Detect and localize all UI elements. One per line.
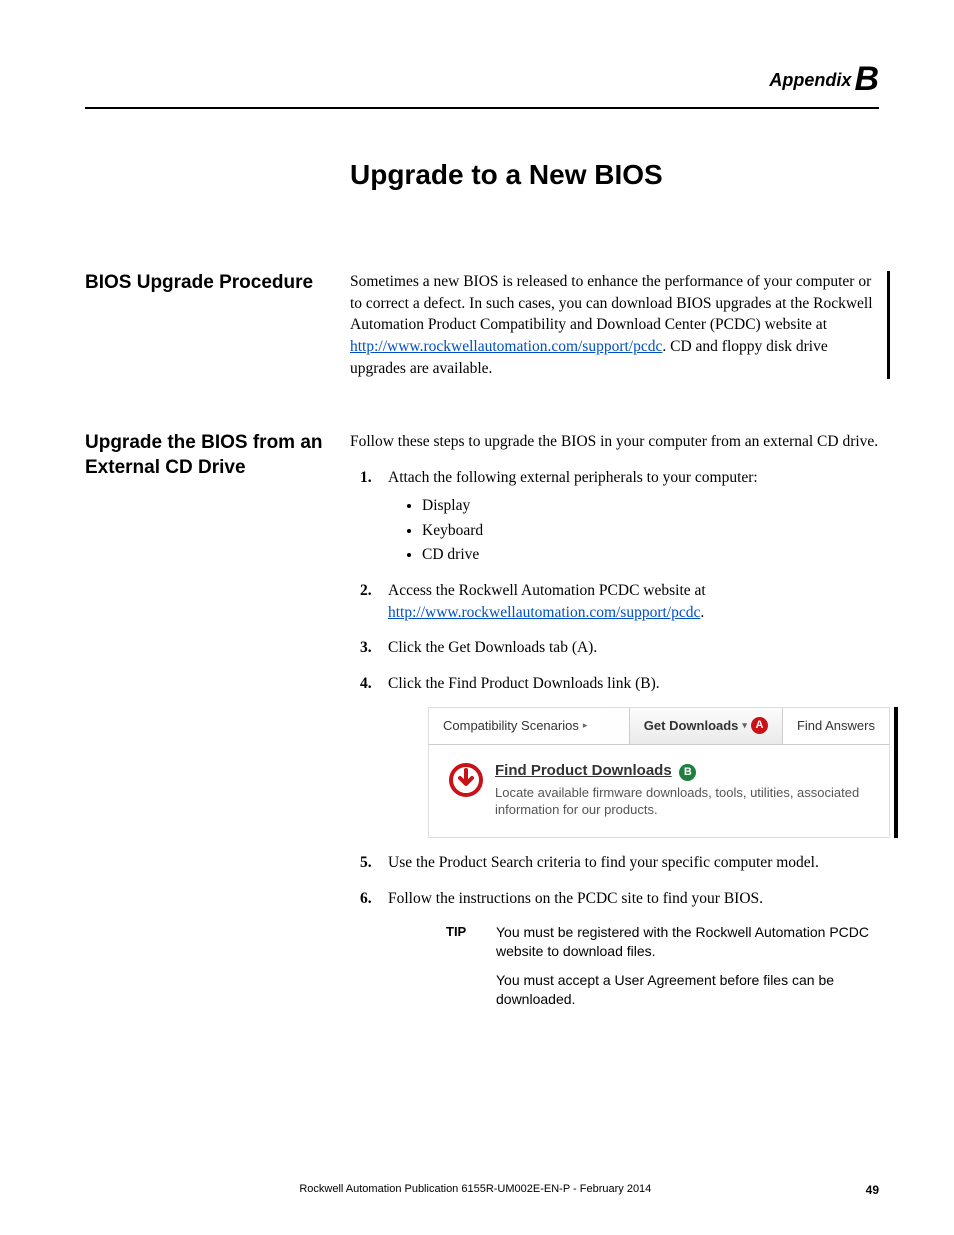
tab-label: Find Answers <box>797 717 875 735</box>
step-5: Use the Product Search criteria to find … <box>368 852 890 874</box>
appendix-word: Appendix <box>769 70 851 90</box>
pcdc-link-2[interactable]: http://www.rockwellautomation.com/suppor… <box>388 604 700 621</box>
section-upgrade-from-cd: Upgrade the BIOS from an External CD Dri… <box>85 431 879 1032</box>
peripheral-bullets: Display Keyboard CD drive <box>388 495 890 566</box>
section-body: Sometimes a new BIOS is released to enha… <box>350 271 879 391</box>
tab-find-answers[interactable]: Find Answers <box>783 708 889 744</box>
step-2: Access the Rockwell Automation PCDC webs… <box>368 580 890 623</box>
page-number: 49 <box>866 1183 879 1197</box>
page-title: Upgrade to a New BIOS <box>350 159 879 191</box>
step-6: Follow the instructions on the PCDC site… <box>368 888 890 1019</box>
step-1: Attach the following external peripheral… <box>368 467 890 566</box>
pcdc-link[interactable]: http://www.rockwellautomation.com/suppor… <box>350 338 662 355</box>
callout-marker-b: B <box>679 764 696 781</box>
change-bar: Compatibility Scenarios ▸ Get Downloads▾ … <box>388 707 898 838</box>
step-3: Click the Get Downloads tab (A). <box>368 637 890 659</box>
appendix-letter: B <box>854 60 879 98</box>
paragraph: Sometimes a new BIOS is released to enha… <box>350 271 890 379</box>
pcdc-screenshot: Compatibility Scenarios ▸ Get Downloads▾ … <box>428 707 890 838</box>
tip-block: TIP You must be registered with the Rock… <box>446 923 890 1019</box>
header-rule <box>85 107 879 109</box>
bullet-keyboard: Keyboard <box>422 520 890 542</box>
tip-body: You must be registered with the Rockwell… <box>496 923 890 1019</box>
bullet-display: Display <box>422 495 890 517</box>
download-icon <box>449 761 495 819</box>
text: Sometimes a new BIOS is released to enha… <box>350 273 873 333</box>
screenshot-text: Find Product Downloads B Locate availabl… <box>495 761 875 819</box>
tab-compatibility-scenarios[interactable]: Compatibility Scenarios ▸ <box>429 708 601 744</box>
publication-info: Rockwell Automation Publication 6155R-UM… <box>85 1183 866 1197</box>
tip-paragraph-2: You must accept a User Agreement before … <box>496 971 890 1009</box>
bullet-cd-drive: CD drive <box>422 544 890 566</box>
callout-marker-a: A <box>751 717 768 734</box>
step-4: Click the Find Product Downloads link (B… <box>368 673 890 838</box>
find-product-downloads-link[interactable]: Find Product Downloads <box>495 762 672 779</box>
page-footer: Rockwell Automation Publication 6155R-UM… <box>85 1183 879 1197</box>
tabs-row: Compatibility Scenarios ▸ Get Downloads▾ … <box>429 708 889 745</box>
chevron-right-icon: ▸ <box>583 719 588 732</box>
tip-label: TIP <box>446 923 496 1019</box>
step-text: Click the Find Product Downloads link (B… <box>388 675 660 692</box>
screenshot-subtext: Locate available firmware downloads, too… <box>495 784 875 819</box>
tab-label: Compatibility Scenarios <box>443 717 579 735</box>
step-text: . <box>700 604 704 621</box>
tip-paragraph-1: You must be registered with the Rockwell… <box>496 923 890 961</box>
chevron-down-icon: ▾ <box>742 719 747 732</box>
step-text: Follow the instructions on the PCDC site… <box>388 890 763 907</box>
section-heading: Upgrade the BIOS from an External CD Dri… <box>85 431 350 480</box>
tab-label: Get Downloads <box>644 717 739 735</box>
tab-get-downloads[interactable]: Get Downloads▾ A <box>629 708 783 744</box>
section-heading: BIOS Upgrade Procedure <box>85 271 350 296</box>
section-bios-upgrade-procedure: BIOS Upgrade Procedure Sometimes a new B… <box>85 271 879 391</box>
intro-paragraph: Follow these steps to upgrade the BIOS i… <box>350 431 890 453</box>
section-body: Follow these steps to upgrade the BIOS i… <box>350 431 890 1032</box>
running-header: AppendixB <box>85 60 879 107</box>
steps-list: Attach the following external peripheral… <box>350 467 890 1019</box>
step-text: Attach the following external peripheral… <box>388 469 758 486</box>
screenshot-body: Find Product Downloads B Locate availabl… <box>429 745 889 837</box>
step-text: Access the Rockwell Automation PCDC webs… <box>388 582 706 599</box>
